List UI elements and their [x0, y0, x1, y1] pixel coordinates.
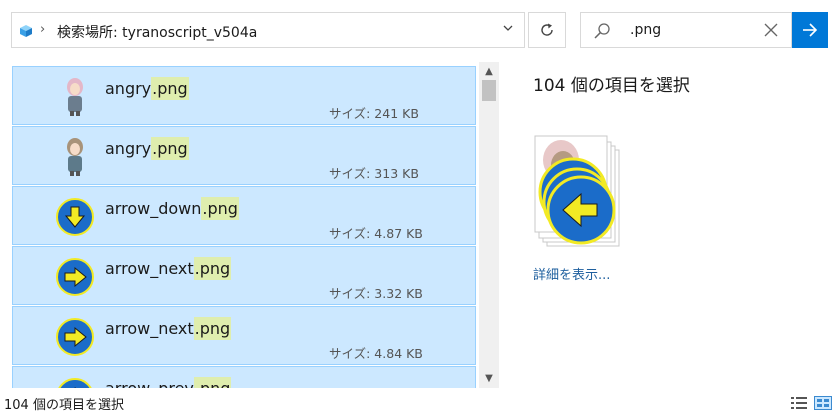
file-size: サイズ: 3.32 KB [329, 286, 423, 301]
file-name: angry.png [105, 137, 189, 160]
file-name: angry.png [105, 77, 189, 100]
refresh-button[interactable] [528, 12, 566, 48]
refresh-icon [541, 23, 553, 36]
show-details-link[interactable]: 詳細を表示... [533, 264, 610, 283]
search-go-button[interactable] [792, 12, 828, 48]
address-bar[interactable]: › 検索場所: tyranoscript_v504a [11, 12, 525, 48]
character-boy-thumbnail [55, 137, 95, 177]
scrollbar-thumb[interactable] [482, 80, 496, 101]
address-path[interactable]: 検索場所: tyranoscript_v504a [57, 22, 257, 42]
file-size: サイズ: 241 KB [329, 106, 419, 121]
file-name: arrow_next.png [105, 257, 232, 280]
list-item[interactable]: arrow_prev.png [12, 366, 476, 388]
large-icons-view-icon[interactable] [814, 395, 832, 414]
file-name-base: arrow_next [105, 259, 194, 278]
file-name-base: arrow_prev [105, 379, 194, 388]
character-girl-thumbnail [55, 77, 95, 117]
details-pane: 104 個の項目を選択 詳細を表示... [500, 62, 840, 388]
scroll-up-arrow[interactable]: ▲ [479, 66, 499, 77]
file-name: arrow_prev.png [105, 377, 232, 388]
search-match-highlight: .png [151, 137, 189, 160]
list-item[interactable]: angry.png サイズ: 313 KB [12, 126, 476, 185]
selection-count: 104 個の項目を選択 [533, 76, 690, 96]
status-text: 104 個の項目を選択 [4, 398, 124, 413]
arrow-prev-thumbnail [55, 377, 95, 388]
search-match-highlight: .png [151, 77, 189, 100]
chevron-down-icon[interactable] [502, 22, 514, 37]
list-item[interactable]: arrow_next.png サイズ: 3.32 KB [12, 246, 476, 305]
search-match-highlight: .png [193, 257, 232, 280]
search-icon [593, 22, 611, 44]
close-icon[interactable] [763, 22, 779, 42]
status-bar: 104 個の項目を選択 [0, 388, 840, 413]
search-match-highlight: .png [193, 317, 232, 340]
scroll-down-arrow[interactable]: ▼ [479, 373, 499, 384]
folder-cube-icon [19, 23, 33, 37]
file-name-base: arrow_next [105, 319, 194, 338]
chevron-right-icon[interactable]: › [40, 22, 45, 37]
details-view-icon[interactable] [790, 395, 808, 414]
file-name: arrow_down.png [105, 197, 239, 220]
selected-items-preview [533, 132, 623, 252]
search-input[interactable]: .png [630, 22, 661, 38]
search-box[interactable]: .png [580, 12, 792, 48]
list-item[interactable]: arrow_next.png サイズ: 4.84 KB [12, 306, 476, 365]
list-item[interactable]: angry.png サイズ: 241 KB [12, 66, 476, 125]
toolbar: › 検索場所: tyranoscript_v504a .png [0, 0, 840, 62]
file-name-base: arrow_down [105, 199, 202, 218]
file-name: arrow_next.png [105, 317, 232, 340]
vertical-scrollbar[interactable]: ▲ ▼ [479, 62, 499, 388]
arrow-down-thumbnail [55, 197, 95, 237]
search-match-highlight: .png [201, 197, 239, 220]
arrow-right-icon [803, 23, 818, 37]
file-name-base: angry [105, 79, 152, 98]
search-match-highlight: .png [193, 377, 232, 388]
file-size: サイズ: 4.84 KB [329, 346, 423, 361]
file-name-base: angry [105, 139, 152, 158]
search-results-list[interactable]: angry.png サイズ: 241 KB angry.png サイズ: 313 KB… [12, 62, 499, 388]
arrow-next-thumbnail [55, 257, 95, 297]
file-size: サイズ: 4.87 KB [329, 226, 423, 241]
file-size: サイズ: 313 KB [329, 166, 419, 181]
list-item[interactable]: arrow_down.png サイズ: 4.87 KB [12, 186, 476, 245]
arrow-next-thumbnail [55, 317, 95, 357]
